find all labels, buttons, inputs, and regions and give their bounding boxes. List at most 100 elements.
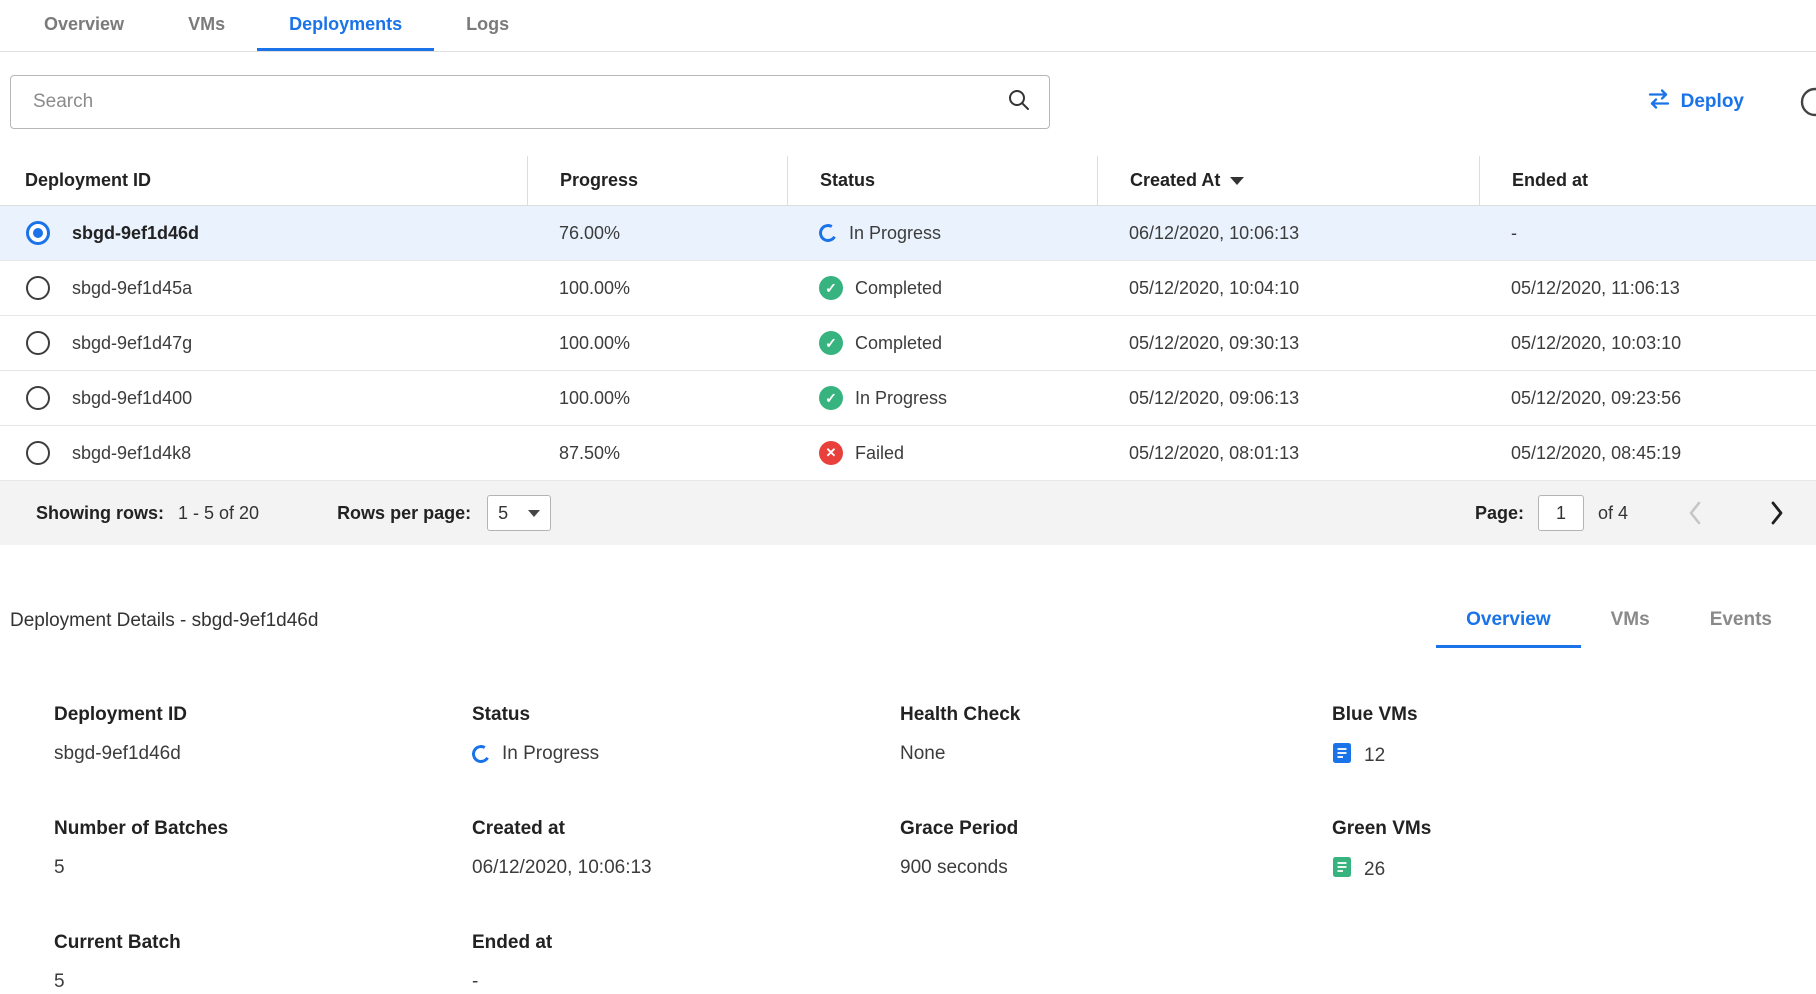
radio-button[interactable]	[26, 221, 50, 245]
field-value: 5	[54, 856, 472, 880]
tab-vms[interactable]: VMs	[156, 0, 257, 51]
deployment-id: sbgd-9ef1d46d	[72, 223, 199, 244]
search-input[interactable]	[31, 90, 1007, 114]
radio-button[interactable]	[26, 441, 50, 465]
ended-at-value: -	[1479, 223, 1816, 244]
deployments-page: { "colors": { "accent": "#1a73e8", "succ…	[0, 0, 1816, 992]
deploy-button[interactable]: Deploy	[1641, 86, 1750, 118]
created-at-value: 05/12/2020, 08:01:13	[1097, 443, 1479, 464]
field-label: Created at	[472, 818, 900, 840]
column-header-status[interactable]: Status	[787, 156, 1097, 205]
created-at-value: 05/12/2020, 09:06:13	[1097, 388, 1479, 409]
field-label: Current Batch	[54, 932, 472, 954]
green-vm-icon	[1332, 856, 1352, 884]
in-progress-spinner-icon	[470, 743, 492, 765]
in-progress-spinner-icon	[817, 222, 839, 244]
radio-button[interactable]	[26, 276, 50, 300]
details-tab-vms[interactable]: VMs	[1581, 609, 1680, 648]
top-tab-bar: Overview VMs Deployments Logs	[0, 0, 1816, 52]
chevron-left-icon[interactable]	[1686, 499, 1704, 527]
status-label: Completed	[855, 333, 942, 354]
field-value: 06/12/2020, 10:06:13	[472, 856, 900, 880]
table-row[interactable]: sbgd-9ef1d45a 100.00% ✓ Completed 05/12/…	[0, 261, 1816, 316]
page-number-input[interactable]	[1538, 495, 1584, 531]
chevron-right-icon[interactable]	[1768, 499, 1786, 527]
rows-per-page-value: 5	[498, 503, 508, 524]
table-row[interactable]: sbgd-9ef1d47g 100.00% ✓ Completed 05/12/…	[0, 316, 1816, 371]
status-label: Completed	[855, 278, 942, 299]
toolbar: Deploy	[0, 74, 1816, 130]
field-label: Green VMs	[1332, 818, 1816, 840]
radio-button[interactable]	[26, 331, 50, 355]
search-box	[10, 75, 1050, 129]
progress-value: 100.00%	[527, 278, 787, 299]
field-value: 26	[1364, 859, 1385, 881]
field-created-at: Created at 06/12/2020, 10:06:13	[472, 818, 900, 884]
page-label: Page:	[1475, 503, 1524, 524]
column-header-ended-at[interactable]: Ended at	[1479, 156, 1816, 205]
field-label: Grace Period	[900, 818, 1332, 840]
rows-per-page-label: Rows per page:	[337, 503, 471, 524]
status-label: Failed	[855, 443, 904, 464]
search-icon	[1007, 88, 1031, 117]
tab-overview[interactable]: Overview	[12, 0, 156, 51]
field-value: In Progress	[502, 743, 599, 765]
details-tab-overview[interactable]: Overview	[1436, 609, 1581, 648]
field-value: None	[900, 742, 1332, 766]
deployment-details-title: Deployment Details - sbgd-9ef1d46d	[10, 610, 318, 648]
details-tab-events[interactable]: Events	[1680, 609, 1802, 648]
deployment-id: sbgd-9ef1d47g	[72, 333, 192, 354]
status-label: In Progress	[849, 223, 941, 244]
status-label: In Progress	[855, 388, 947, 409]
field-label: Health Check	[900, 704, 1332, 726]
check-icon: ✓	[819, 331, 843, 355]
deploy-label: Deploy	[1681, 91, 1744, 113]
tab-logs[interactable]: Logs	[434, 0, 541, 51]
field-current-batch: Current Batch 5	[54, 932, 472, 994]
deployment-id: sbgd-9ef1d45a	[72, 278, 192, 299]
table-footer: Showing rows: 1 - 5 of 20 Rows per page:…	[0, 481, 1816, 545]
table-header-row: Deployment ID Progress Status Created At…	[0, 156, 1816, 206]
showing-rows-label: Showing rows:	[36, 503, 164, 524]
field-number-of-batches: Number of Batches 5	[54, 818, 472, 884]
ended-at-value: 05/12/2020, 09:23:56	[1479, 388, 1816, 409]
cross-icon: ✕	[819, 441, 843, 465]
field-blue-vms: Blue VMs 12	[1332, 704, 1816, 770]
progress-value: 100.00%	[527, 333, 787, 354]
deployment-details-header: Deployment Details - sbgd-9ef1d46d Overv…	[0, 609, 1816, 648]
page-of-label: of 4	[1598, 503, 1628, 524]
deployment-id: sbgd-9ef1d400	[72, 388, 192, 409]
column-header-deployment-id[interactable]: Deployment ID	[0, 156, 527, 205]
created-at-value: 06/12/2020, 10:06:13	[1097, 223, 1479, 244]
column-header-created-label: Created At	[1130, 170, 1220, 191]
tab-deployments[interactable]: Deployments	[257, 0, 434, 51]
table-row[interactable]: sbgd-9ef1d4k8 87.50% ✕ Failed 05/12/2020…	[0, 426, 1816, 481]
progress-value: 76.00%	[527, 223, 787, 244]
chevron-down-icon	[528, 510, 540, 517]
field-value: 5	[54, 970, 472, 994]
column-header-created-at[interactable]: Created At	[1097, 156, 1479, 205]
field-deployment-id: Deployment ID sbgd-9ef1d46d	[54, 704, 472, 770]
field-value: -	[472, 970, 900, 994]
field-green-vms: Green VMs 26	[1332, 818, 1816, 884]
refresh-icon[interactable]	[1798, 85, 1816, 119]
ended-at-value: 05/12/2020, 11:06:13	[1479, 278, 1816, 299]
field-label: Ended at	[472, 932, 900, 954]
sort-desc-icon	[1230, 177, 1244, 185]
progress-value: 100.00%	[527, 388, 787, 409]
field-label: Status	[472, 704, 900, 726]
progress-value: 87.50%	[527, 443, 787, 464]
ended-at-value: 05/12/2020, 10:03:10	[1479, 333, 1816, 354]
field-label: Number of Batches	[54, 818, 472, 840]
field-value: 900 seconds	[900, 856, 1332, 880]
deployments-table: Deployment ID Progress Status Created At…	[0, 156, 1816, 545]
column-header-progress[interactable]: Progress	[527, 156, 787, 205]
details-tab-bar: Overview VMs Events	[1436, 609, 1802, 648]
ended-at-value: 05/12/2020, 08:45:19	[1479, 443, 1816, 464]
created-at-value: 05/12/2020, 10:04:10	[1097, 278, 1479, 299]
table-row[interactable]: sbgd-9ef1d400 100.00% ✓ In Progress 05/1…	[0, 371, 1816, 426]
radio-button[interactable]	[26, 386, 50, 410]
table-row[interactable]: sbgd-9ef1d46d 76.00% In Progress 06/12/2…	[0, 206, 1816, 261]
field-ended-at: Ended at -	[472, 932, 900, 994]
rows-per-page-select[interactable]: 5	[487, 495, 551, 531]
